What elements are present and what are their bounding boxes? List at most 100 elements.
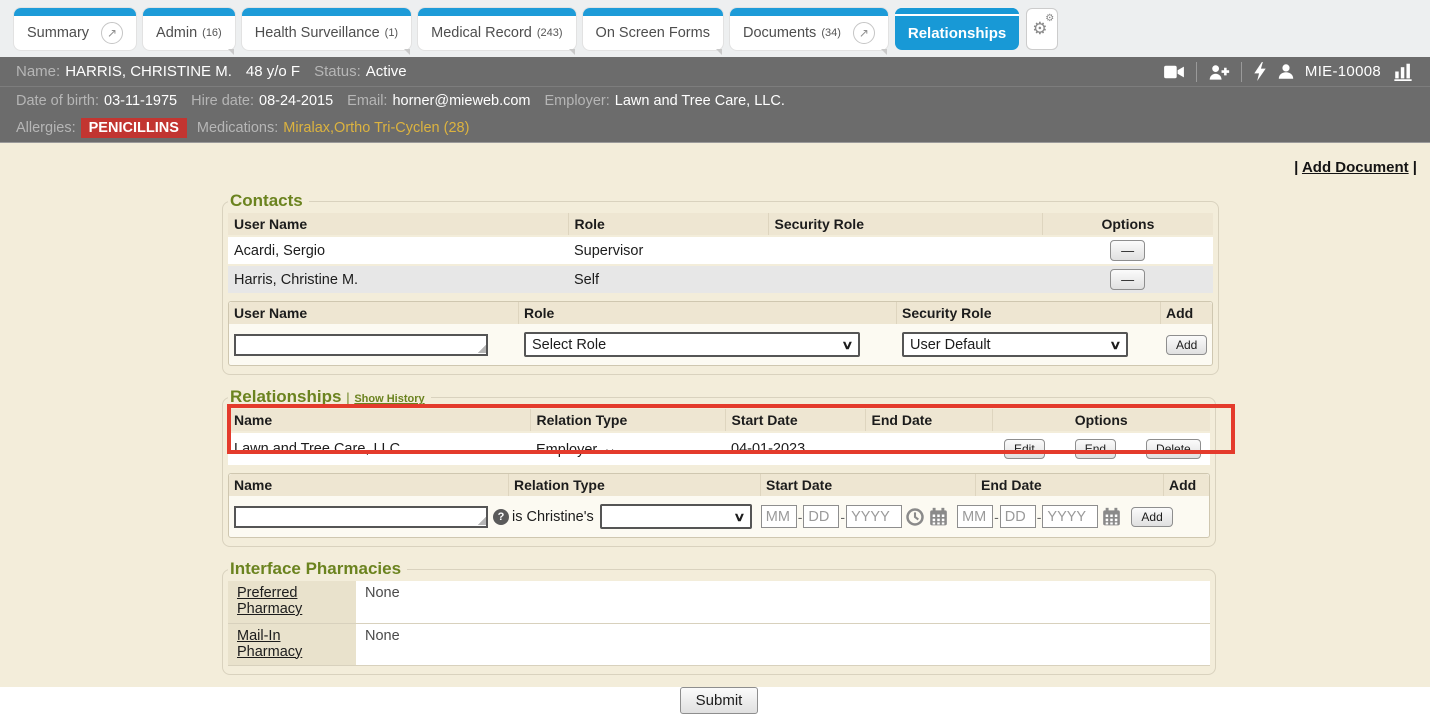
bar-chart-icon[interactable] bbox=[1392, 62, 1414, 81]
email-value: horner@mieweb.com bbox=[392, 93, 530, 109]
contact-user-name-input[interactable] bbox=[234, 334, 488, 356]
relationships-section: Relationships | Show History Name Relati… bbox=[222, 387, 1216, 547]
pipe-text: | bbox=[1294, 159, 1302, 176]
tab-documents-count: (34) bbox=[821, 27, 841, 39]
tab-relationships[interactable]: Relationships bbox=[895, 8, 1019, 50]
medication-link[interactable]: Miralax bbox=[283, 120, 330, 136]
main-content: | Add Document | Contacts User Name Role… bbox=[0, 143, 1430, 687]
table-row: Harris, Christine M. Self — bbox=[228, 265, 1213, 294]
settings-gear-button[interactable]: ⚙ ⚙ bbox=[1026, 8, 1058, 50]
clock-icon[interactable] bbox=[905, 507, 925, 527]
remove-contact-button[interactable]: — bbox=[1110, 269, 1145, 290]
add-contact-header-add: Add bbox=[1161, 302, 1212, 324]
status-label: Status: bbox=[314, 63, 361, 80]
preferred-pharmacy-value: None bbox=[356, 581, 1210, 623]
contacts-header-security-role: Security Role bbox=[768, 213, 1042, 236]
pipe-text: | bbox=[346, 390, 349, 405]
relationships-header-end-date: End Date bbox=[865, 409, 992, 432]
tab-medical-record[interactable]: Medical Record (243) bbox=[418, 8, 575, 50]
tab-summary-label: Summary bbox=[27, 25, 89, 41]
tab-documents[interactable]: Documents (34) ↗ bbox=[730, 8, 888, 50]
dob-value: 03-11-1975 bbox=[104, 93, 177, 109]
relationship-type: Employer bbox=[536, 442, 597, 458]
delete-relationship-button[interactable]: Delete bbox=[1146, 439, 1201, 459]
contact-security-role-select[interactable]: User Default bbox=[902, 332, 1128, 357]
popout-arrow-icon[interactable]: ↗ bbox=[853, 22, 875, 44]
tab-admin-label: Admin bbox=[156, 25, 197, 41]
tab-admin-count: (16) bbox=[202, 27, 222, 39]
add-contact-button[interactable]: Add bbox=[1166, 335, 1207, 355]
relationships-legend: Relationships bbox=[230, 387, 341, 406]
patient-banner: Name: HARRIS, CHRISTINE M. 48 y/o F Stat… bbox=[0, 57, 1430, 143]
contact-role: Self bbox=[568, 265, 768, 294]
possessive-text: is Christine's bbox=[512, 509, 594, 525]
divider bbox=[1241, 62, 1242, 82]
add-relationship-box: Name Relation Type Start Date End Date A… bbox=[228, 473, 1210, 538]
tab-health-surveillance[interactable]: Health Surveillance (1) bbox=[242, 8, 411, 50]
end-day-input[interactable] bbox=[1000, 505, 1036, 528]
calendar-icon[interactable] bbox=[928, 507, 949, 527]
contacts-table: User Name Role Security Role Options Aca… bbox=[228, 213, 1213, 295]
contact-role: Supervisor bbox=[568, 236, 768, 265]
end-relationship-button[interactable]: End bbox=[1075, 439, 1116, 459]
add-document-link-row: | Add Document | bbox=[1294, 159, 1417, 176]
contact-role-select[interactable]: Select Role bbox=[524, 332, 860, 357]
medications-label: Medications: bbox=[197, 120, 278, 136]
relationship-name-input[interactable] bbox=[234, 506, 488, 528]
start-year-input[interactable] bbox=[846, 505, 902, 528]
allergy-badge[interactable]: PENICILLINS bbox=[81, 118, 187, 138]
add-relationship-header-end-date: End Date bbox=[976, 474, 1164, 496]
tab-medical-record-count: (243) bbox=[537, 27, 563, 39]
patient-status: Active bbox=[366, 63, 407, 80]
show-history-link[interactable]: Show History bbox=[354, 393, 424, 405]
remove-contact-button[interactable]: — bbox=[1110, 240, 1145, 261]
end-month-input[interactable] bbox=[957, 505, 993, 528]
contacts-header-options: Options bbox=[1042, 213, 1213, 236]
table-row: Acardi, Sergio Supervisor — bbox=[228, 236, 1213, 265]
medication-link[interactable]: Ortho Tri-Cyclen (28) bbox=[334, 120, 469, 136]
resize-grip-icon bbox=[477, 516, 486, 525]
mail-in-pharmacy-link[interactable]: Mail-In Pharmacy bbox=[237, 628, 302, 660]
pipe-text: | bbox=[1409, 159, 1417, 176]
relation-type-select[interactable] bbox=[600, 504, 752, 529]
add-relationship-button[interactable]: Add bbox=[1131, 507, 1172, 527]
add-relationship-header-add: Add bbox=[1164, 474, 1209, 496]
hire-date-label: Hire date: bbox=[191, 93, 254, 109]
lightning-bolt-icon[interactable] bbox=[1253, 62, 1267, 81]
tab-health-surveillance-label: Health Surveillance bbox=[255, 25, 380, 41]
help-icon[interactable]: ? bbox=[493, 509, 509, 525]
preferred-pharmacy-link[interactable]: Preferred Pharmacy bbox=[237, 585, 302, 617]
add-contact-header-user-name: User Name bbox=[229, 302, 519, 324]
end-year-input[interactable] bbox=[1042, 505, 1098, 528]
mail-in-pharmacy-value: None bbox=[356, 623, 1210, 665]
calendar-icon[interactable] bbox=[1101, 507, 1122, 527]
date-separator: - bbox=[1037, 509, 1042, 525]
hire-date-value: 08-24-2015 bbox=[259, 93, 333, 109]
table-row: Mail-In Pharmacy None bbox=[228, 623, 1210, 665]
contact-security-role bbox=[768, 236, 1042, 265]
tab-admin[interactable]: Admin (16) bbox=[143, 8, 235, 50]
tab-summary[interactable]: Summary ↗ bbox=[14, 8, 136, 50]
date-separator: - bbox=[994, 509, 999, 525]
contacts-section: Contacts User Name Role Security Role Op… bbox=[222, 191, 1219, 375]
employer-label: Employer: bbox=[545, 93, 610, 109]
tab-on-screen-forms-label: On Screen Forms bbox=[596, 25, 710, 41]
submit-button[interactable]: Submit bbox=[680, 687, 759, 714]
add-document-link[interactable]: Add Document bbox=[1302, 159, 1409, 176]
patient-id: MIE-10008 bbox=[1305, 63, 1381, 80]
patient-name: HARRIS, CHRISTINE M. bbox=[65, 63, 232, 80]
start-month-input[interactable] bbox=[761, 505, 797, 528]
add-person-icon[interactable] bbox=[1208, 63, 1230, 81]
employer-value: Lawn and Tree Care, LLC. bbox=[615, 93, 785, 109]
start-day-input[interactable] bbox=[803, 505, 839, 528]
popout-arrow-icon[interactable]: ↗ bbox=[101, 22, 123, 44]
relationships-header-name: Name bbox=[228, 409, 530, 432]
person-icon[interactable] bbox=[1278, 63, 1294, 80]
contacts-header-user-name: User Name bbox=[228, 213, 568, 236]
edit-relationship-button[interactable]: Edit bbox=[1004, 439, 1045, 459]
tab-top-strip bbox=[14, 8, 136, 16]
email-label: Email: bbox=[347, 93, 387, 109]
tab-on-screen-forms[interactable]: On Screen Forms bbox=[583, 8, 723, 50]
contacts-legend: Contacts bbox=[228, 191, 309, 211]
video-camera-icon[interactable] bbox=[1163, 63, 1185, 81]
